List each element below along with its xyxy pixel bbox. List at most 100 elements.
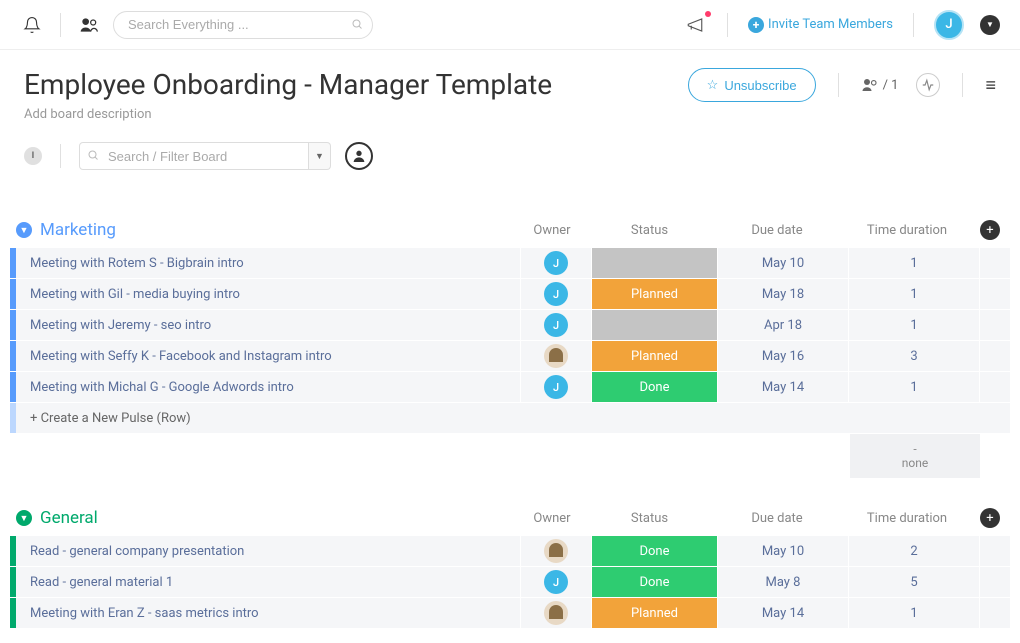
star-icon: ☆ (707, 77, 719, 93)
cell-due-date[interactable]: May 14 (718, 372, 848, 402)
cell-duration[interactable]: 1 (849, 310, 979, 340)
cell-owner[interactable] (521, 598, 591, 628)
cell-duration[interactable]: 1 (849, 279, 979, 309)
members-indicator[interactable]: / 1 (861, 76, 899, 94)
cell-status[interactable]: Done (592, 372, 717, 402)
cell-owner[interactable]: J (521, 248, 591, 278)
cell-duration[interactable]: 5 (849, 567, 979, 597)
cell-owner[interactable]: J (521, 372, 591, 402)
unsubscribe-button[interactable]: ☆ Unsubscribe (688, 68, 816, 102)
add-column-button[interactable]: + (980, 508, 1000, 528)
cell-owner[interactable]: J (521, 279, 591, 309)
column-status[interactable]: Status (587, 223, 712, 238)
table-row: Meeting with Rotem S - Bigbrain intro J … (10, 248, 1010, 278)
cell-extra (980, 372, 1010, 402)
group-title[interactable]: Marketing (40, 220, 116, 240)
cell-owner[interactable]: J (521, 310, 591, 340)
info-toggle-icon[interactable]: I (24, 147, 42, 165)
group-title[interactable]: General (40, 508, 98, 528)
column-due-date[interactable]: Due date (712, 223, 842, 238)
table-row: Meeting with Eran Z - saas metrics intro… (10, 598, 1010, 628)
cell-extra (980, 248, 1010, 278)
invite-team-button[interactable]: + Invite Team Members (748, 17, 893, 33)
column-duration[interactable]: Time duration (842, 511, 972, 526)
people-icon[interactable] (77, 13, 101, 37)
owner-avatar[interactable]: J (544, 251, 568, 275)
cell-due-date[interactable]: May 10 (718, 248, 848, 278)
collapse-arrow-icon[interactable]: ▼ (16, 510, 32, 526)
board-description[interactable]: Add board description (24, 107, 552, 122)
cell-duration[interactable]: 1 (849, 598, 979, 628)
cell-due-date[interactable]: May 14 (718, 598, 848, 628)
divider (60, 13, 61, 37)
cell-status[interactable] (592, 310, 717, 340)
member-count: / 1 (883, 78, 899, 93)
activity-icon[interactable] (916, 73, 940, 97)
groups-container: ▼ Marketing Owner Status Due date Time d… (0, 220, 1020, 628)
cell-owner[interactable] (521, 341, 591, 371)
board-search-input[interactable] (79, 142, 309, 170)
cell-due-date[interactable]: Apr 18 (718, 310, 848, 340)
group-general: ▼ General Owner Status Due date Time dur… (10, 508, 1010, 628)
column-owner[interactable]: Owner (517, 511, 587, 526)
column-owner[interactable]: Owner (517, 223, 587, 238)
cell-duration[interactable]: 3 (849, 341, 979, 371)
table-row: Meeting with Jeremy - seo intro J Apr 18… (10, 310, 1010, 340)
column-duration[interactable]: Time duration (842, 223, 972, 238)
filter-dropdown[interactable]: ▼ (309, 142, 331, 170)
person-filter-button[interactable] (345, 142, 373, 170)
cell-status[interactable]: Planned (592, 341, 717, 371)
megaphone-icon[interactable] (683, 13, 707, 37)
cell-status[interactable]: Planned (592, 598, 717, 628)
row-name[interactable]: Meeting with Seffy K - Facebook and Inst… (16, 341, 520, 371)
user-avatar[interactable]: J (934, 10, 964, 40)
owner-avatar[interactable]: J (544, 313, 568, 337)
cell-duration[interactable]: 1 (849, 248, 979, 278)
row-name[interactable]: Meeting with Eran Z - saas metrics intro (16, 598, 520, 628)
cell-status[interactable] (592, 248, 717, 278)
row-name[interactable]: Meeting with Rotem S - Bigbrain intro (16, 248, 520, 278)
menu-icon[interactable]: ≡ (985, 75, 996, 96)
cell-due-date[interactable]: May 18 (718, 279, 848, 309)
global-search-input[interactable] (113, 11, 373, 39)
summary-duration: -none (850, 434, 980, 478)
cell-status[interactable]: Done (592, 536, 717, 566)
topbar-right: + Invite Team Members J ▼ (683, 10, 1000, 40)
owner-avatar[interactable]: J (544, 570, 568, 594)
row-name[interactable]: Meeting with Michal G - Google Adwords i… (16, 372, 520, 402)
table-row: Read - general material 1 J Done May 8 5 (10, 567, 1010, 597)
owner-avatar[interactable]: J (544, 282, 568, 306)
owner-avatar[interactable] (544, 601, 568, 625)
avatar-dropdown[interactable]: ▼ (980, 15, 1000, 35)
cell-owner[interactable]: J (521, 567, 591, 597)
cell-duration[interactable]: 1 (849, 372, 979, 402)
table-row: Read - general company presentation Done… (10, 536, 1010, 566)
row-name[interactable]: Meeting with Jeremy - seo intro (16, 310, 520, 340)
row-name[interactable]: Read - general company presentation (16, 536, 520, 566)
row-accent (10, 403, 16, 433)
add-column-button[interactable]: + (980, 220, 1000, 240)
cell-due-date[interactable]: May 16 (718, 341, 848, 371)
cell-status[interactable]: Planned (592, 279, 717, 309)
plus-circle-icon: + (748, 17, 764, 33)
cell-due-date[interactable]: May 10 (718, 536, 848, 566)
owner-avatar[interactable]: J (544, 375, 568, 399)
owner-avatar[interactable] (544, 539, 568, 563)
collapse-arrow-icon[interactable]: ▼ (16, 222, 32, 238)
cell-due-date[interactable]: May 8 (718, 567, 848, 597)
column-status[interactable]: Status (587, 511, 712, 526)
cell-extra (980, 341, 1010, 371)
cell-duration[interactable]: 2 (849, 536, 979, 566)
owner-avatar[interactable] (544, 344, 568, 368)
row-name[interactable]: Read - general material 1 (16, 567, 520, 597)
column-due-date[interactable]: Due date (712, 511, 842, 526)
cell-status[interactable]: Done (592, 567, 717, 597)
bell-icon[interactable] (20, 13, 44, 37)
row-name[interactable]: Meeting with Gil - media buying intro (16, 279, 520, 309)
board-title[interactable]: Employee Onboarding - Manager Template (24, 68, 552, 101)
create-row-button[interactable]: + Create a New Pulse (Row) (16, 403, 1010, 433)
summary-spacer (592, 434, 718, 478)
search-icon (87, 149, 99, 164)
cell-owner[interactable] (521, 536, 591, 566)
divider (838, 73, 839, 97)
